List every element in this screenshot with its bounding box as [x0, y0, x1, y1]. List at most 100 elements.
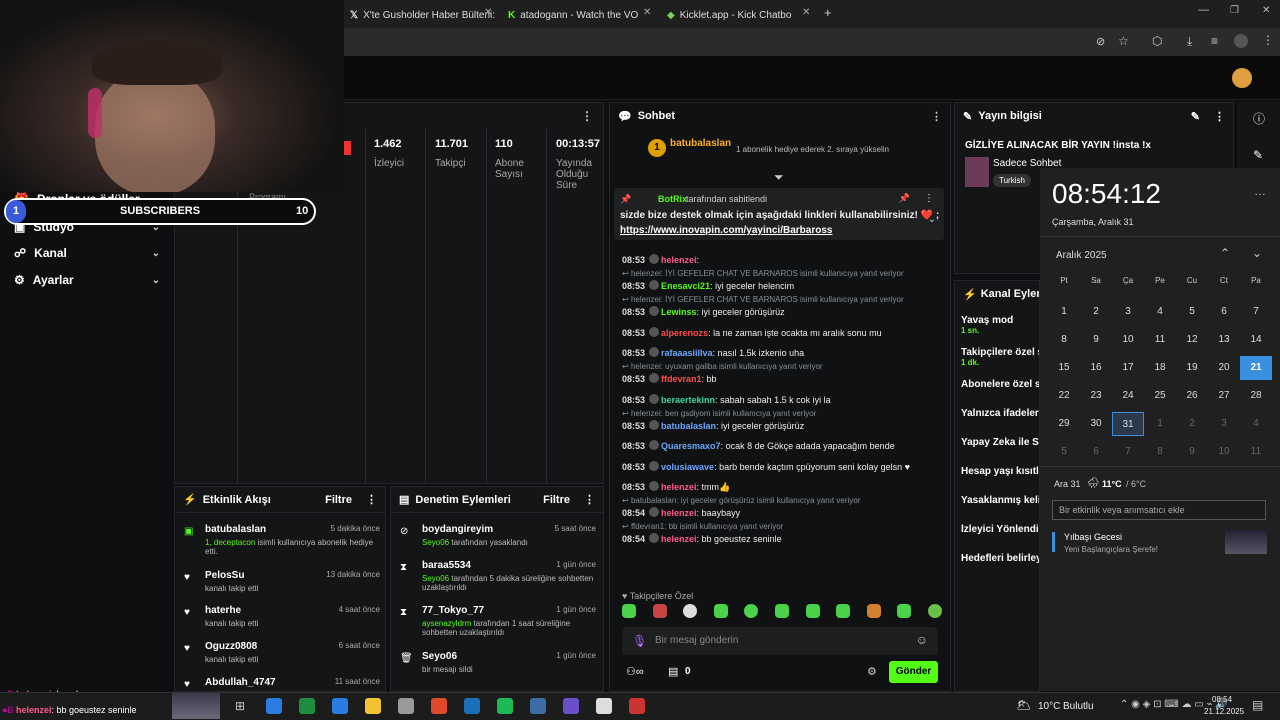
message-user[interactable]: ffdevran1: [661, 374, 702, 384]
info-icon[interactable]: ⓘ: [1253, 110, 1265, 127]
calendar-day[interactable]: 13: [1208, 328, 1240, 352]
message-user[interactable]: helenzei: [661, 482, 697, 492]
message-user[interactable]: helenzei: [661, 255, 697, 265]
message-user[interactable]: batubalaslan: [661, 421, 716, 431]
channel-action-item[interactable]: Abonelere özel so: [961, 379, 1039, 390]
more-icon[interactable]: ⋮: [1214, 110, 1225, 123]
download-icon[interactable]: ⤓: [1187, 34, 1192, 49]
message-user[interactable]: rafaaasiillva: [661, 348, 713, 358]
taskbar-app-icon[interactable]: [365, 698, 381, 714]
user-avatar[interactable]: [1232, 68, 1252, 88]
message-user[interactable]: Quaresmaxo7: [661, 441, 721, 451]
taskbar-app-icon[interactable]: [530, 698, 546, 714]
channel-action-item[interactable]: Yavaş mod 1 sn.: [961, 315, 1039, 335]
eye-off-icon[interactable]: ⊘: [1096, 35, 1105, 48]
calendar-day[interactable]: 31: [1112, 412, 1144, 436]
calendar-day[interactable]: 26: [1176, 384, 1208, 408]
calendar-day[interactable]: 5: [1176, 300, 1208, 324]
emote[interactable]: [866, 604, 881, 618]
filter-button[interactable]: Filtre: [325, 494, 352, 506]
emote[interactable]: [622, 604, 636, 618]
calendar-day[interactable]: 3: [1208, 412, 1240, 436]
more-icon[interactable]: ⋮: [584, 493, 595, 506]
edit-icon[interactable]: ✎: [1191, 110, 1200, 123]
channel-action-item[interactable]: Yalnızca ifadeleri: [961, 408, 1039, 419]
quick-actions-icon[interactable]: ⚇∞: [626, 665, 644, 678]
emote[interactable]: [927, 604, 942, 618]
more-icon[interactable]: …: [1254, 184, 1266, 198]
taskbar-app-icon[interactable]: [629, 698, 645, 714]
moderated-user[interactable]: 77_Tokyo_77: [422, 605, 484, 616]
channel-action-item[interactable]: Hesap yaşı kısıtla: [961, 466, 1039, 477]
star-icon[interactable]: ☆: [1118, 34, 1129, 48]
points-icon[interactable]: ▤: [668, 665, 678, 678]
emote[interactable]: [836, 604, 851, 618]
unpin-icon[interactable]: 📌: [899, 193, 910, 204]
close-tab-icon[interactable]: ✕: [643, 7, 651, 18]
calendar-day[interactable]: 11: [1240, 440, 1272, 464]
calendar-day[interactable]: 4: [1240, 412, 1272, 436]
close-window-icon[interactable]: ✕: [1262, 5, 1270, 16]
activity-user[interactable]: batubalaslan: [205, 524, 266, 535]
calendar-day[interactable]: 22: [1048, 384, 1080, 408]
pinned-link[interactable]: https://www.inovapin.com/yayinci/Barbaro…: [620, 225, 832, 236]
calendar-day[interactable]: 9: [1176, 440, 1208, 464]
calendar-day[interactable]: 2: [1080, 300, 1112, 324]
channel-action-item[interactable]: İzleyici Yönlendir: [961, 524, 1039, 535]
sidebar-item-channel[interactable]: ☍ Kanal ⌄: [14, 246, 160, 260]
taskbar-app-icon[interactable]: [266, 698, 282, 714]
calendar-day[interactable]: 18: [1144, 356, 1176, 380]
calendar-day[interactable]: 27: [1208, 384, 1240, 408]
activity-user[interactable]: PelosSu: [205, 570, 244, 581]
moderated-user[interactable]: baraa5534: [422, 560, 471, 571]
calendar-day[interactable]: 1: [1048, 300, 1080, 324]
chat-input[interactable]: 🎙 Bir mesaj gönderin ☺: [622, 627, 938, 655]
calendar-day[interactable]: 3: [1112, 300, 1144, 324]
new-tab-icon[interactable]: +: [824, 5, 832, 20]
top-gifter[interactable]: batubalaslan: [670, 138, 731, 149]
calendar-day[interactable]: 1: [1144, 412, 1176, 436]
send-button[interactable]: Gönder: [889, 661, 938, 683]
taskbar-app-icon[interactable]: [464, 698, 480, 714]
calendar-day[interactable]: 29: [1048, 412, 1080, 436]
minimize-icon[interactable]: —: [1198, 4, 1209, 16]
calendar-day[interactable]: 9: [1080, 328, 1112, 352]
taskbar-app-icon[interactable]: [563, 698, 579, 714]
calendar-day[interactable]: 8: [1144, 440, 1176, 464]
emote[interactable]: [713, 604, 728, 618]
notification-icon[interactable]: ▤: [1252, 698, 1263, 712]
moderated-user[interactable]: Seyo06: [422, 651, 457, 662]
calendar-day[interactable]: 15: [1048, 356, 1080, 380]
calendar-day[interactable]: 24: [1112, 384, 1144, 408]
close-tab-icon[interactable]: ✕: [484, 7, 492, 18]
calendar-day[interactable]: 19: [1176, 356, 1208, 380]
browser-tab[interactable]: ◆ Kicklet.app - Kick Chatbot and: [667, 4, 791, 26]
calendar-day[interactable]: 20: [1208, 356, 1240, 380]
taskbar-temp[interactable]: 10°C: [1038, 701, 1060, 712]
calendar-day[interactable]: 6: [1080, 440, 1112, 464]
emote[interactable]: [683, 604, 698, 618]
extensions-icon[interactable]: ⬡: [1152, 34, 1162, 48]
more-icon[interactable]: ⋮: [924, 193, 934, 204]
channel-action-item[interactable]: Takipçilere özel s1 dk.: [961, 347, 1039, 367]
calendar-day[interactable]: 7: [1112, 440, 1144, 464]
message-user[interactable]: Enesavci21: [661, 281, 710, 291]
emoji-icon[interactable]: ☺: [916, 633, 928, 647]
calendar-day[interactable]: 14: [1240, 328, 1272, 352]
channel-action-item[interactable]: Hedefleri belirleyi: [961, 553, 1039, 564]
emote[interactable]: [897, 604, 912, 618]
calendar-day[interactable]: 6: [1208, 300, 1240, 324]
message-user[interactable]: volusiawave: [661, 462, 714, 472]
calendar-day[interactable]: 25: [1144, 384, 1176, 408]
calendar-day[interactable]: 23: [1080, 384, 1112, 408]
task-view-icon[interactable]: ⊞: [235, 699, 245, 713]
message-user[interactable]: helenzei: [661, 508, 697, 518]
message-user[interactable]: beraertekinn: [661, 395, 715, 405]
browser-tab[interactable]: 𝕏 X'te Gusholder Haber Bülteni: ": [350, 4, 498, 26]
media-icon[interactable]: ≡: [1211, 34, 1218, 48]
more-icon[interactable]: ⋮: [931, 110, 942, 123]
calendar-day[interactable]: 17: [1112, 356, 1144, 380]
chevron-down-icon[interactable]: ⌄: [928, 214, 936, 225]
activity-user[interactable]: Oguzz0808: [205, 641, 257, 652]
filter-button[interactable]: Filtre: [543, 494, 570, 506]
